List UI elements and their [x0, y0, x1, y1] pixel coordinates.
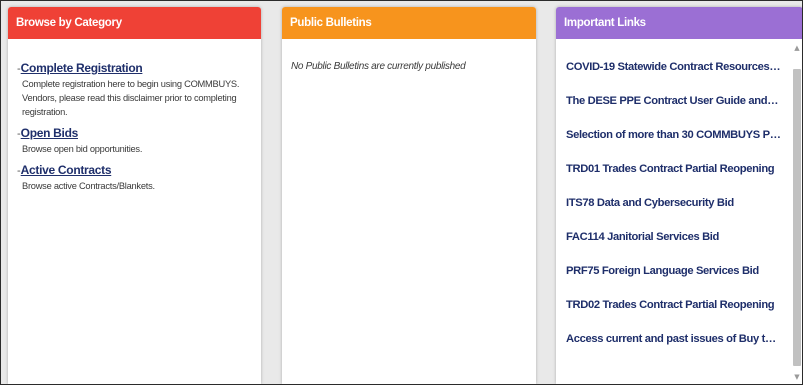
category-list: -Complete Registration Complete registra…: [8, 39, 261, 193]
complete-registration-link[interactable]: Complete Registration: [21, 61, 143, 75]
scroll-thumb[interactable]: [793, 69, 801, 366]
homepage-panels: Browse by Category -Complete Registratio…: [0, 0, 803, 385]
link-fac114[interactable]: FAC114 Janitorial Services Bid: [566, 229, 781, 263]
public-bulletins-panel: Public Bulletins No Public Bulletins are…: [282, 7, 536, 384]
category-item-open-bids: -Open Bids Browse open bid opportunities…: [17, 126, 253, 156]
link-dese-ppe-guide[interactable]: The DESE PPE Contract User Guide and Pri…: [566, 93, 781, 127]
browse-by-category-panel: Browse by Category -Complete Registratio…: [8, 7, 261, 384]
active-contracts-description: Browse active Contracts/Blankets.: [22, 181, 155, 191]
browse-by-category-header: Browse by Category: [8, 7, 261, 39]
important-links-body[interactable]: COVID-19 Statewide Contract Resources fo…: [556, 39, 802, 384]
link-trd01[interactable]: TRD01 Trades Contract Partial Reopening: [566, 161, 781, 195]
link-punchout-catalogs[interactable]: Selection of more than 30 COMMBUYS Punch…: [566, 127, 781, 161]
public-bulletins-header: Public Bulletins: [282, 7, 536, 39]
link-covid-ppe[interactable]: COVID-19 Statewide Contract Resources fo…: [566, 59, 781, 93]
no-bulletins-message: No Public Bulletins are currently publis…: [291, 61, 466, 72]
important-links-list: COVID-19 Statewide Contract Resources fo…: [556, 39, 802, 365]
category-item-complete-registration: -Complete Registration Complete registra…: [17, 61, 253, 119]
link-buy-the-way[interactable]: Access current and past issues of Buy th…: [566, 331, 781, 365]
open-bids-description: Browse open bid opportunities.: [22, 144, 143, 154]
important-links-header: Important Links: [556, 7, 802, 39]
public-bulletins-body: No Public Bulletins are currently publis…: [282, 39, 536, 384]
link-trd02[interactable]: TRD02 Trades Contract Partial Reopening: [566, 297, 781, 331]
complete-registration-description: Complete registration here to begin usin…: [22, 79, 240, 117]
category-item-active-contracts: -Active Contracts Browse active Contract…: [17, 163, 253, 193]
active-contracts-link[interactable]: Active Contracts: [21, 163, 112, 177]
browse-by-category-body: -Complete Registration Complete registra…: [8, 39, 261, 384]
scroll-up-arrow-icon[interactable]: ▲: [792, 43, 802, 53]
scroll-down-arrow-icon[interactable]: ▼: [792, 372, 802, 382]
important-links-panel: Important Links COVID-19 Statewide Contr…: [556, 7, 802, 384]
open-bids-link[interactable]: Open Bids: [21, 126, 79, 140]
link-prf75[interactable]: PRF75 Foreign Language Services Bid: [566, 263, 781, 297]
link-its78[interactable]: ITS78 Data and Cybersecurity Bid: [566, 195, 781, 229]
links-scrollbar[interactable]: ▲ ▼: [791, 41, 802, 382]
